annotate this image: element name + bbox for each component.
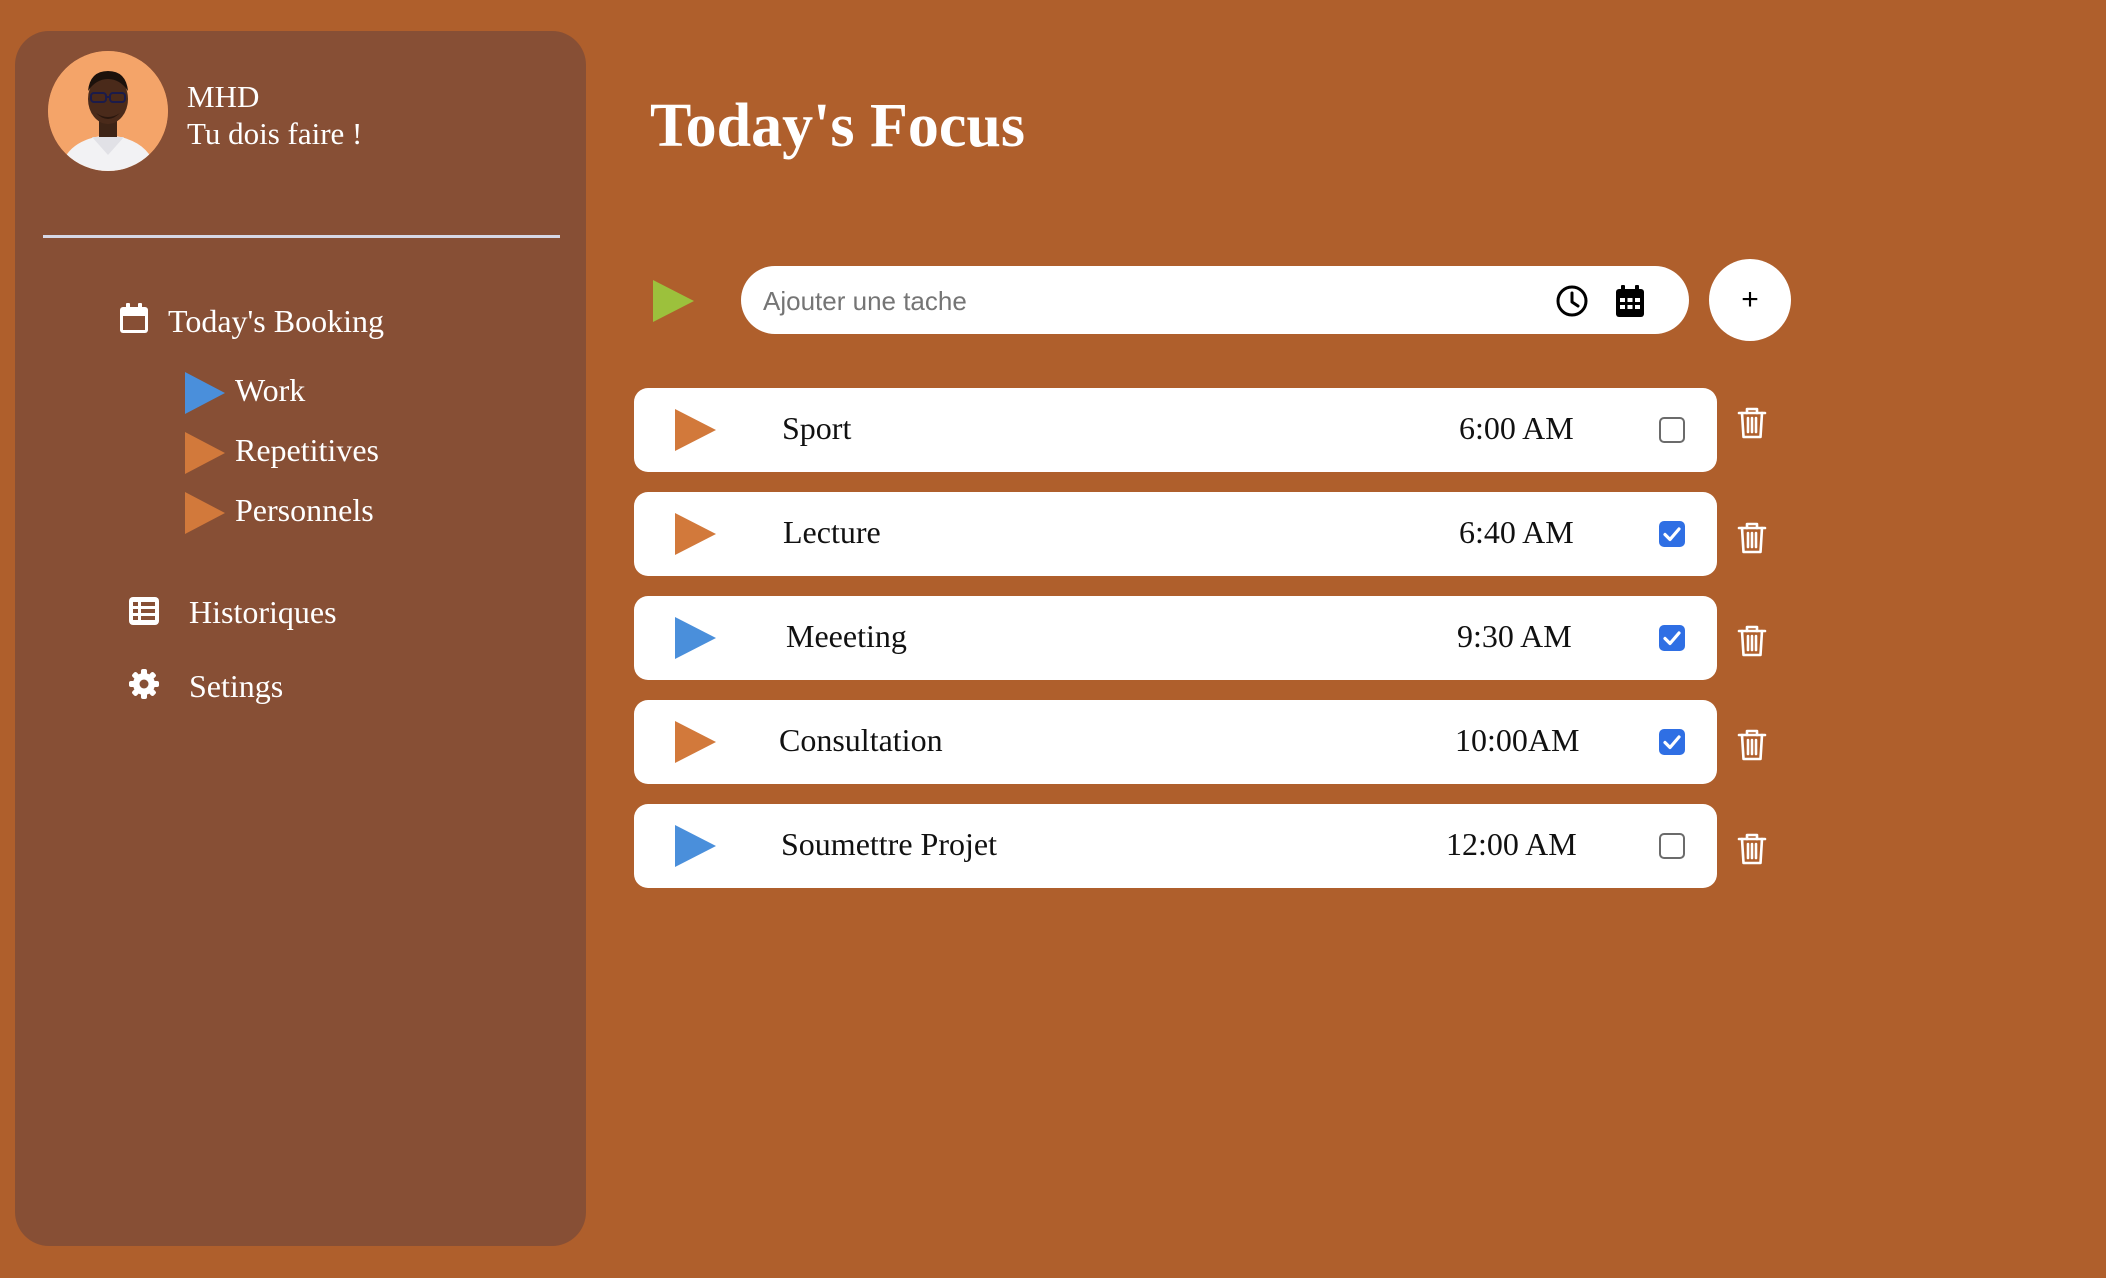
gear-icon [129, 669, 159, 699]
task-checkbox[interactable] [1659, 625, 1685, 651]
nav-label-historiques: Historiques [189, 594, 337, 630]
divider [43, 235, 560, 238]
play-icon[interactable] [675, 825, 716, 867]
play-icon [185, 372, 225, 414]
task-time: 9:30 AM [1457, 618, 1572, 654]
trash-icon[interactable] [1737, 728, 1767, 762]
task-checkbox[interactable] [1659, 521, 1685, 547]
page-title: Today's Focus [650, 92, 1025, 160]
calendar-icon [120, 303, 148, 333]
task-time: 10:00AM [1455, 722, 1580, 758]
task-checkbox[interactable] [1659, 729, 1685, 755]
task-time: 6:00 AM [1459, 410, 1574, 446]
play-icon[interactable] [653, 280, 694, 322]
task-name: Lecture [783, 514, 881, 550]
clock-icon[interactable] [1555, 284, 1589, 318]
checkmark-icon [1663, 527, 1681, 542]
new-task-input[interactable] [761, 276, 1525, 326]
task-row[interactable]: Soumettre Projet 12:00 AM [634, 804, 1717, 888]
task-row[interactable]: Meeeting 9:30 AM [634, 596, 1717, 680]
task-checkbox[interactable] [1659, 417, 1685, 443]
trash-icon[interactable] [1737, 832, 1767, 866]
task-name: Consultation [779, 722, 943, 758]
nav-label-settings: Setings [189, 668, 284, 704]
profile-tagline: Tu dois faire ! [187, 116, 363, 151]
task-row[interactable]: Consultation 10:00AM [634, 700, 1717, 784]
nav-subitem-label: Work [235, 372, 306, 408]
task-name: Soumettre Projet [781, 826, 997, 862]
task-time: 12:00 AM [1446, 826, 1577, 862]
task-time: 6:40 AM [1459, 514, 1574, 550]
play-icon [185, 432, 225, 474]
profile-name: MHD [187, 79, 260, 114]
avatar[interactable] [48, 51, 168, 171]
task-row[interactable]: Sport 6:00 AM [634, 388, 1717, 472]
play-icon[interactable] [675, 409, 716, 451]
new-task-bar [741, 266, 1689, 334]
trash-icon[interactable] [1737, 624, 1767, 658]
checkmark-icon [1663, 735, 1681, 750]
nav-label-todays-booking: Today's Booking [168, 303, 384, 339]
sidebar: MHD Tu dois faire ! Today's Booking Work… [15, 31, 586, 1246]
play-icon[interactable] [675, 513, 716, 555]
app-window: MHD Tu dois faire ! Today's Booking Work… [0, 0, 2106, 1278]
calendar-icon[interactable] [1615, 284, 1645, 318]
play-icon[interactable] [675, 721, 716, 763]
play-icon [185, 492, 225, 534]
table-list-icon [129, 597, 159, 625]
play-icon[interactable] [675, 617, 716, 659]
task-name: Sport [782, 410, 852, 446]
task-row[interactable]: Lecture 6:40 AM [634, 492, 1717, 576]
checkmark-icon [1663, 631, 1681, 646]
trash-icon[interactable] [1737, 521, 1767, 555]
add-task-button[interactable]: + [1709, 259, 1791, 341]
task-checkbox[interactable] [1659, 833, 1685, 859]
task-name: Meeeting [786, 618, 907, 654]
nav-subitem-label: Repetitives [235, 432, 379, 468]
nav-subitem-label: Personnels [235, 492, 374, 528]
trash-icon[interactable] [1737, 406, 1767, 440]
